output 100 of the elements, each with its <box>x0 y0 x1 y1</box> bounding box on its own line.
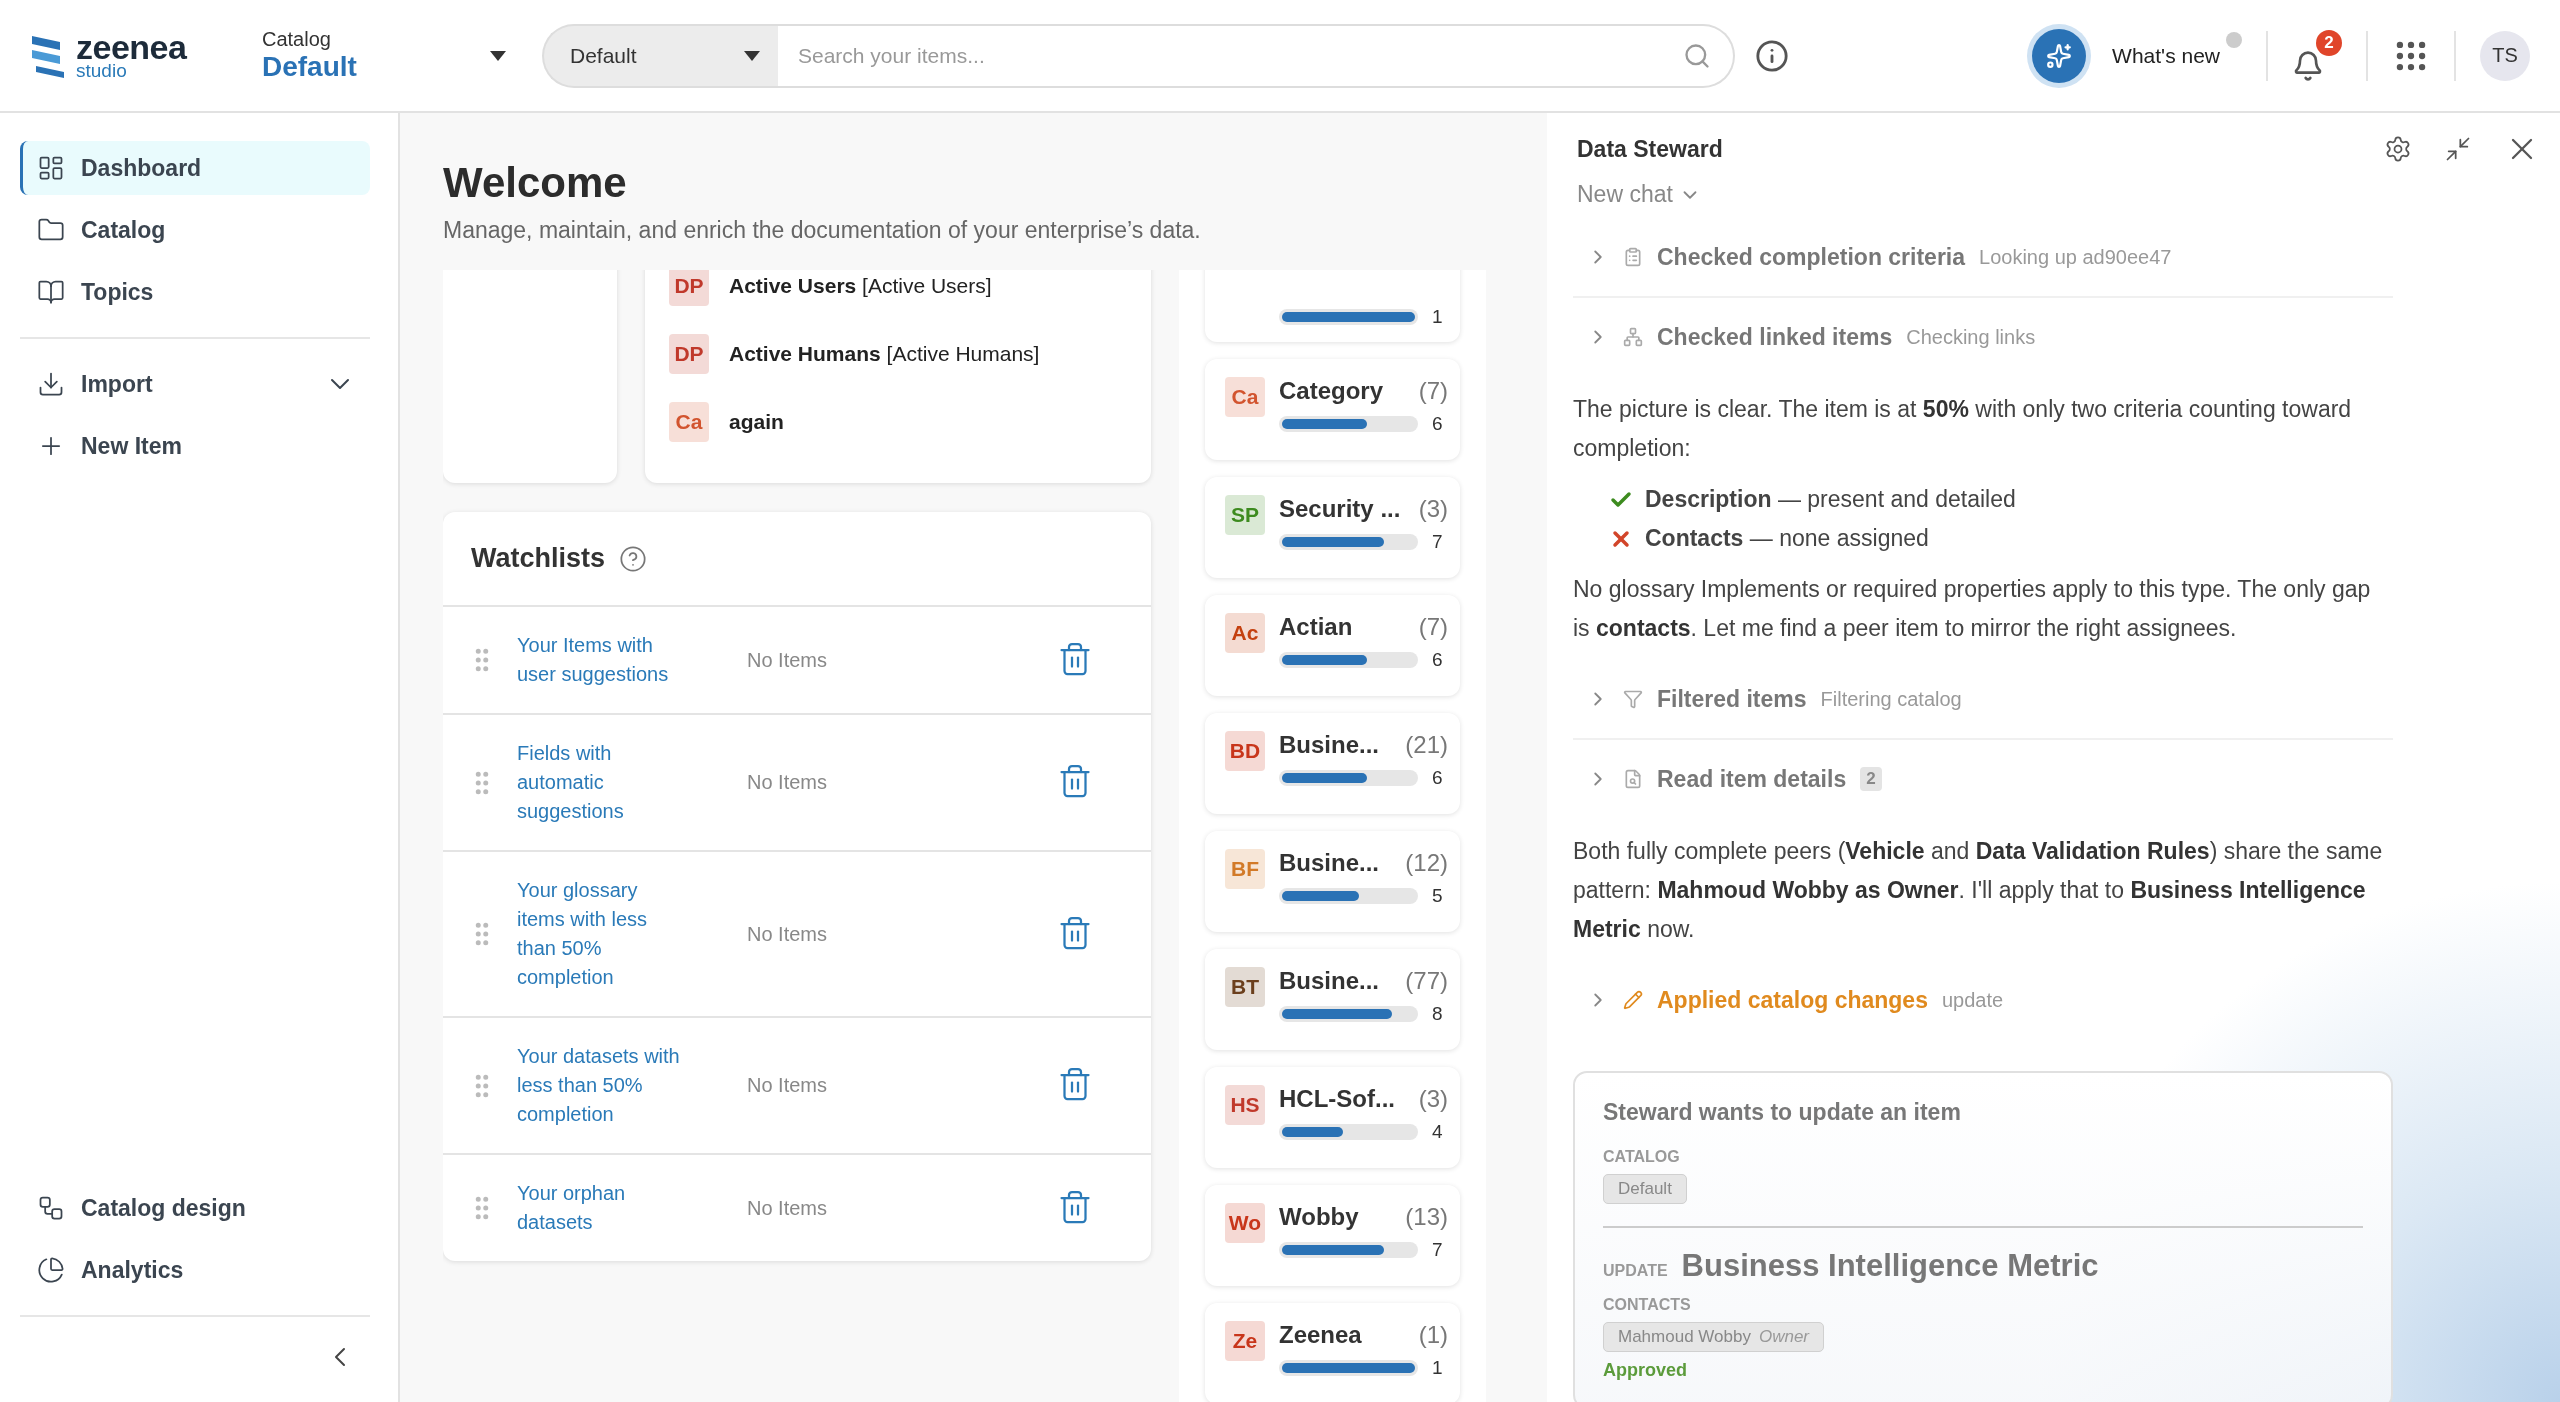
status-dot <box>2226 32 2242 48</box>
type-count: (12) <box>1405 849 1448 877</box>
watchlist-status: No Items <box>747 648 829 672</box>
help-icon[interactable] <box>619 544 648 573</box>
type-badge: DP <box>669 270 709 306</box>
completion-value: 4 <box>1432 1121 1443 1143</box>
completion-value: 7 <box>1432 1239 1443 1261</box>
watchlist-link[interactable]: Your glossary items with less than 50% completion <box>517 876 689 992</box>
download-icon <box>37 370 65 398</box>
file-search-icon <box>1623 769 1643 789</box>
type-badge: BT <box>1225 967 1265 1007</box>
sidebar-item[interactable]: Import <box>20 357 370 411</box>
watchlist-link[interactable]: Fields with automatic suggestions <box>517 739 689 826</box>
completion-value: 8 <box>1432 1003 1443 1025</box>
message-text: The picture is clear. The item is at 50% with only two criteria counting toward completion: <box>1573 395 2353 463</box>
tool-step[interactable]: Checked linked items Checking links <box>1573 298 2393 378</box>
catalog-dropdown-button[interactable] <box>490 50 506 61</box>
tool-step[interactable]: Checked completion criteria Looking up ad90ee47 <box>1573 218 2393 298</box>
type-name: HCL-Sof... <box>1279 1085 1395 1113</box>
type-name: Actian <box>1279 613 1353 641</box>
settings-icon <box>2384 135 2412 163</box>
logo-name: zeenea <box>76 31 187 63</box>
type-badge: Wo <box>1225 1203 1265 1243</box>
approval-title: Steward wants to update an item <box>1603 1099 1962 1126</box>
completion-value: 6 <box>1432 767 1443 789</box>
type-badge: HS <box>1225 1085 1265 1125</box>
type-name: Busine... <box>1279 731 1380 759</box>
watchlist-link[interactable]: Your orphan datasets <box>517 1179 689 1237</box>
completion-value: 6 <box>1432 649 1443 671</box>
type-count: (77) <box>1405 967 1448 995</box>
watchlist-link[interactable]: Your Items with user suggestions <box>517 631 689 689</box>
caret-icon <box>490 50 506 61</box>
message-text: Both fully complete peers (Vehicle and Data Validation Rules) share the same pattern: Mahmoud Wobby as Owner. I'll apply that to Business Intelligence Metric now. <box>1573 837 2384 944</box>
tool-step[interactable]: Filtered items Filtering catalog <box>1573 660 2393 740</box>
settings-button[interactable] <box>2384 135 2412 163</box>
item-type-card[interactable]: BD Busine... (21) 6 <box>1205 713 1460 814</box>
completion-value: 5 <box>1432 885 1443 907</box>
sidebar-item[interactable]: Topics <box>20 265 370 319</box>
item-type-card[interactable]: Ze Zeenea (1) 1 <box>1205 1303 1460 1402</box>
item-type-card[interactable]: Ca Category (7) 6 <box>1205 359 1460 460</box>
chat-selector[interactable]: New chat <box>1577 181 1701 208</box>
clipboard-icon <box>1623 247 1643 267</box>
info-button[interactable] <box>1755 38 1789 73</box>
sidebar-item[interactable]: Dashboard <box>20 141 370 195</box>
item-type-card[interactable]: HS HCL-Sof... (3) 4 <box>1205 1067 1460 1168</box>
panel-title: Data Steward <box>1577 135 1723 163</box>
watchlists-title: Watchlists <box>471 543 606 574</box>
field-label: CATALOG <box>1603 1148 1681 1166</box>
type-name: Busine... <box>1279 849 1380 877</box>
notification-count: 2 <box>2316 29 2342 56</box>
field-label: UPDATE <box>1603 1262 1668 1280</box>
sidebar-item[interactable]: Analytics <box>20 1243 370 1297</box>
filter-icon <box>1623 689 1643 709</box>
type-count: (21) <box>1405 731 1448 759</box>
whats-new-button[interactable]: What's new <box>2106 42 2226 69</box>
catalog-label: Catalog <box>262 28 332 51</box>
item-name: Business Intelligence Metric <box>1681 1248 2099 1284</box>
sidebar-item[interactable]: Catalog <box>20 203 370 257</box>
watchlist-status: No Items <box>747 1196 829 1220</box>
watchlist-status: No Items <box>747 922 829 946</box>
approval-status: Approved <box>1603 1360 1688 1381</box>
watchlist-link[interactable]: Your datasets with less than 50% completion <box>517 1042 689 1129</box>
catalog-name: Default <box>262 51 358 83</box>
completion-value: 7 <box>1432 531 1443 553</box>
watchlist-status: No Items <box>747 771 829 794</box>
criterion-text: Description — present and detailed <box>1645 485 2016 514</box>
item-type-card[interactable]: Ac Actian (7) 6 <box>1205 595 1460 696</box>
type-name: Category <box>1279 377 1384 405</box>
catalog-tag: Default <box>1603 1174 1687 1204</box>
type-name: Zeenea <box>1279 1321 1362 1349</box>
type-badge: Ac <box>1225 613 1265 653</box>
item-type-card[interactable]: BT Busine... (77) 8 <box>1205 949 1460 1050</box>
message-text: No glossary Implements or required properties apply to this type. The only gap is contacts. Let me find a peer item to mirror the right assignees. <box>1573 575 2372 643</box>
item-type-card[interactable]: 1 <box>1205 270 1460 342</box>
tool-step[interactable]: Read item details 2 <box>1573 740 2393 820</box>
sidebar-item[interactable]: New Item <box>20 419 370 473</box>
type-badge: Ca <box>1225 377 1265 417</box>
recent-item-link[interactable]: again <box>729 410 784 434</box>
type-count: (3) <box>1418 495 1448 523</box>
contact-tag: Mahmoud Wobby Owner <box>1603 1322 1824 1352</box>
sidebar-item[interactable]: Catalog design <box>20 1181 370 1235</box>
info-icon <box>1755 38 1789 73</box>
recent-item-link[interactable]: Active Humans [Active Humans] <box>729 342 1040 366</box>
minimize-button[interactable] <box>2444 135 2472 163</box>
sparkle-icon <box>2046 42 2073 69</box>
item-type-card[interactable]: Wo Wobby (13) 7 <box>1205 1185 1460 1286</box>
item-type-card[interactable]: BF Busine... (12) 5 <box>1205 831 1460 932</box>
type-badge: BD <box>1225 731 1265 771</box>
type-badge: Ze <box>1225 1321 1265 1361</box>
type-name: Security ... <box>1279 495 1401 523</box>
recent-item-link[interactable]: Active Users [Active Users] <box>729 274 992 298</box>
bell-icon <box>2292 49 2324 82</box>
type-badge: SP <box>1225 495 1265 535</box>
notifications-button[interactable]: 2 <box>2292 29 2342 82</box>
type-name: Busine... <box>1279 967 1380 995</box>
user-avatar[interactable]: TS <box>2480 30 2530 81</box>
page-subtitle: Manage, maintain, and enrich the documentation of your enterprise’s data. <box>443 217 1202 244</box>
type-count: (1) <box>1418 1321 1448 1349</box>
item-type-card[interactable]: SP Security ... (3) 7 <box>1205 477 1460 578</box>
type-badge: BF <box>1225 849 1265 889</box>
